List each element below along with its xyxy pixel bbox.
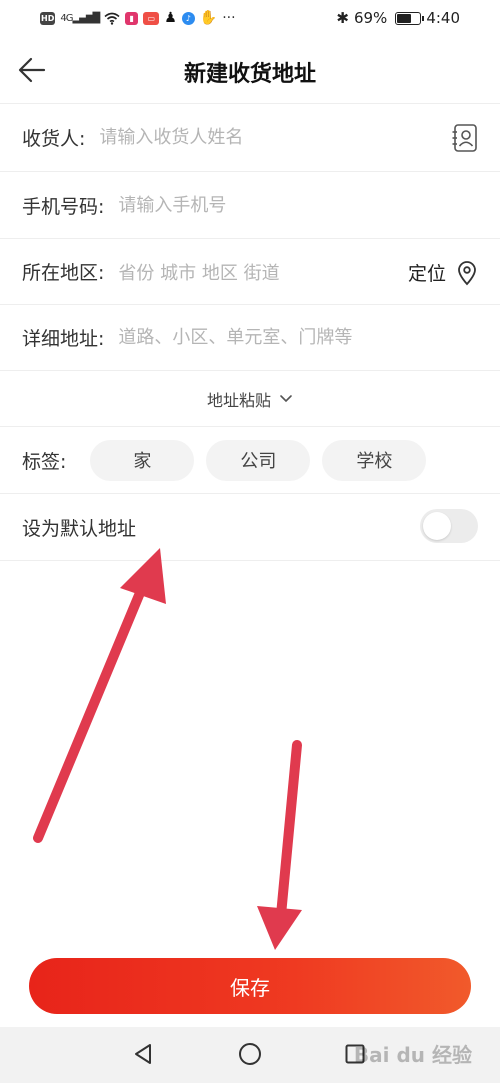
location-pin-icon: [458, 260, 476, 285]
system-nav-bar: Bai du 经验: [0, 1027, 500, 1083]
chevron-down-icon: [280, 394, 292, 402]
hand-icon: ✋: [199, 10, 218, 26]
recipient-input[interactable]: [99, 127, 500, 148]
tag-company[interactable]: 公司: [206, 439, 311, 481]
wifi-icon: [104, 12, 120, 25]
app-notification-icon: ▭: [143, 11, 160, 25]
more-notifications-icon: ···: [222, 10, 236, 26]
network-type: 4G: [60, 12, 73, 24]
qq-icon: ♟: [164, 10, 177, 26]
clock: 4:40: [426, 9, 460, 27]
status-right: ✱ 69% 4:40: [336, 9, 460, 27]
nav-home-icon[interactable]: [238, 1042, 262, 1066]
default-address-label: 设为默认地址: [22, 517, 137, 540]
hd-icon: HD: [40, 11, 56, 25]
detail-address-row: 详细地址:: [0, 305, 500, 371]
battery-fill: [397, 13, 412, 23]
nav-back-icon[interactable]: [131, 1042, 155, 1066]
status-bar: HD 4G▂▄▆█ ▮ ▭ ♟ ♪ ✋ ··· ✱ 69% 4:40: [0, 0, 500, 36]
address-paste-label: 地址粘贴: [206, 390, 271, 410]
phone-input[interactable]: [118, 194, 500, 216]
default-address-toggle[interactable]: [420, 509, 478, 543]
toggle-knob: [423, 512, 451, 540]
phone-label: 手机号码:: [22, 195, 105, 218]
tags-label: 标签:: [22, 450, 67, 473]
annotation-arrow-down: [257, 740, 302, 950]
watermark-logo: Bai du 经验: [353, 1043, 472, 1067]
header: 新建收货地址: [0, 36, 500, 104]
phone-row: 手机号码:: [0, 172, 500, 239]
signal-icon: 4G▂▄▆█: [60, 12, 100, 24]
tag-school[interactable]: 学校: [322, 439, 427, 481]
recipient-label: 收货人:: [22, 128, 86, 150]
address-paste-toggle[interactable]: 地址粘贴: [0, 371, 500, 427]
battery-percent: 69%: [353, 9, 388, 27]
save-button[interactable]: 保存: [29, 958, 471, 1014]
status-left: HD 4G▂▄▆█ ▮ ▭ ♟ ♪ ✋ ···: [40, 10, 236, 26]
region-label: 所在地区:: [22, 262, 105, 284]
annotation-arrow-up: [33, 548, 166, 843]
recipient-row: 收货人:: [0, 104, 500, 172]
bluetooth-icon: ✱: [336, 9, 349, 27]
region-row[interactable]: 所在地区: 省份 城市 地区 街道 定位: [0, 239, 500, 305]
default-address-row: 设为默认地址: [0, 494, 500, 561]
tag-home[interactable]: 家: [90, 439, 195, 481]
locate-label: 定位: [407, 263, 446, 285]
tags-row: 标签: 家 公司 学校: [0, 427, 500, 494]
detail-address-input[interactable]: [118, 327, 500, 348]
locate-button[interactable]: 定位: [408, 259, 478, 286]
contact-book-icon[interactable]: [452, 123, 478, 153]
page-title: 新建收货地址: [183, 62, 316, 87]
detail-address-label: 详细地址:: [22, 328, 105, 350]
music-icon: ♪: [181, 11, 195, 25]
app-notification-icon: ▮: [125, 11, 139, 25]
battery-icon: [395, 11, 425, 25]
